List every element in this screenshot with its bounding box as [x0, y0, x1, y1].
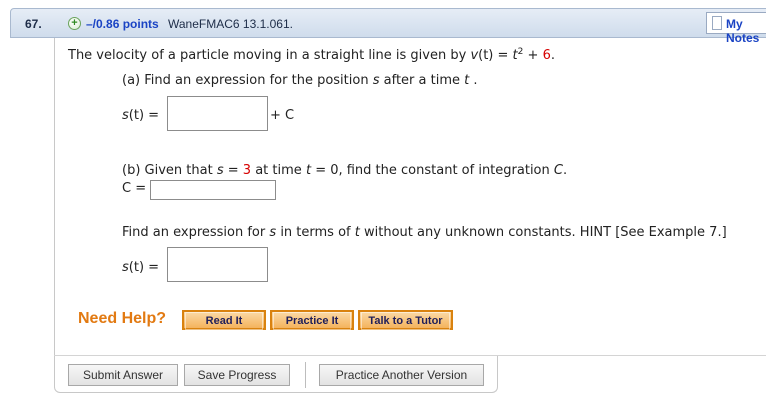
part-b-answer-label: C = [122, 181, 147, 196]
save-progress-button[interactable]: Save Progress [184, 364, 290, 386]
part-b-prompt: (b) Given that s = 3 at time t = 0, find… [122, 163, 568, 178]
notes-document-icon [712, 16, 722, 30]
points-link[interactable]: –/0.86 points [86, 17, 159, 31]
plus-c-label: + C [270, 108, 295, 123]
position-answer-input[interactable] [167, 96, 268, 131]
part-c-prompt: Find an expression for s in terms of t w… [122, 225, 727, 240]
part-a-prompt: (a) Find an expression for the position … [122, 73, 478, 88]
question-statement: The velocity of a particle moving in a s… [68, 47, 555, 63]
need-help-label: Need Help? [78, 310, 167, 327]
s-of-t-answer-input[interactable] [167, 247, 268, 282]
expand-plus-icon[interactable]: + [68, 17, 81, 30]
practice-another-version-button[interactable]: Practice Another Version [319, 364, 484, 386]
question-number: 67. [25, 17, 42, 31]
question-source: WaneFMAC6 13.1.061. [168, 17, 293, 31]
my-notes-button[interactable]: My Notes [706, 12, 766, 45]
submit-answer-button[interactable]: Submit Answer [68, 364, 178, 386]
constant-c-input[interactable] [150, 180, 276, 200]
talk-to-tutor-button[interactable]: Talk to a Tutor [358, 310, 453, 330]
practice-it-button[interactable]: Practice It [270, 310, 354, 330]
question-header: 67. + –/0.86 points WaneFMAC6 13.1.061. … [10, 8, 766, 45]
part-c-answer-label: s(t) = [122, 260, 160, 275]
v-variable: v [470, 48, 479, 63]
given-s-value: 3 [242, 163, 252, 178]
read-it-button[interactable]: Read It [182, 310, 266, 330]
part-a-answer-label: s(t) = [122, 108, 160, 123]
button-separator [305, 362, 306, 388]
constant-value: 6 [542, 48, 551, 63]
